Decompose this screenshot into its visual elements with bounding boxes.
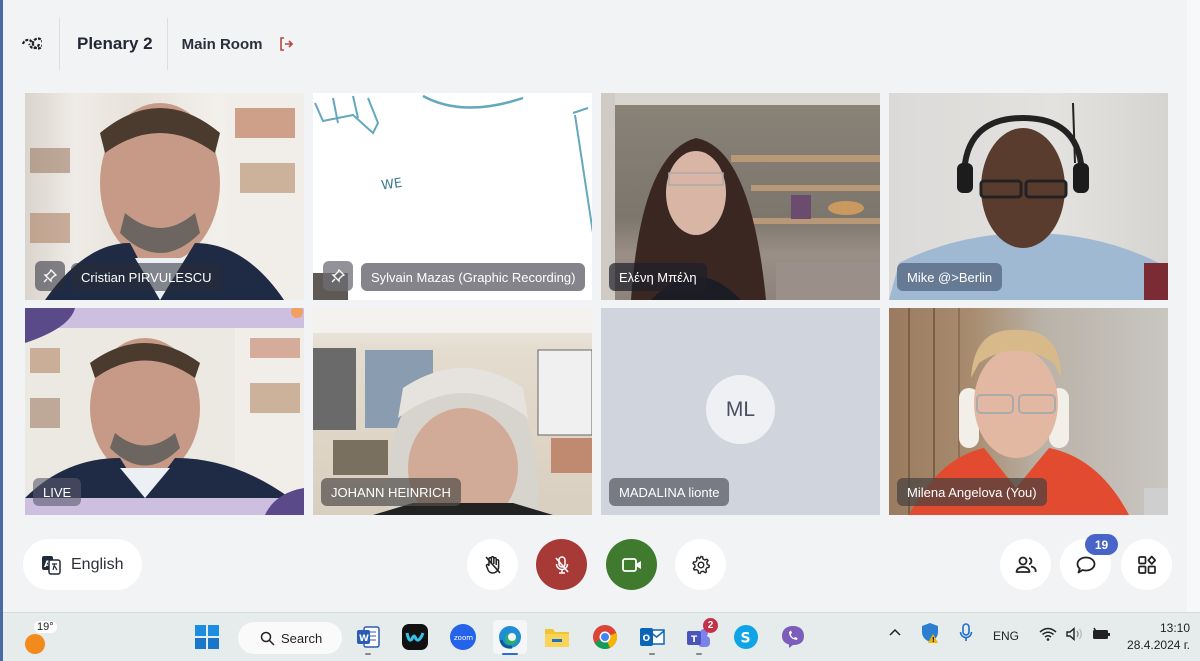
chrome-icon xyxy=(593,625,618,649)
taskbar-app-word[interactable]: W xyxy=(351,620,385,655)
folder-icon xyxy=(545,629,569,647)
taskbar-search[interactable]: Search xyxy=(238,622,342,654)
camera-on-icon xyxy=(621,557,641,572)
chat-unread-badge: 19 xyxy=(1085,534,1118,555)
taskbar-app-teams[interactable]: T 2 xyxy=(682,618,718,655)
pin-button[interactable] xyxy=(35,261,65,291)
language-label: English xyxy=(71,555,124,573)
video-tile[interactable]: Mike @>Berlin xyxy=(889,93,1168,300)
svg-text:W: W xyxy=(359,634,369,644)
volume-icon[interactable] xyxy=(1065,626,1085,645)
language-button[interactable]: A English xyxy=(23,539,142,590)
video-tile[interactable]: JOHANN HEINRICH xyxy=(313,308,592,515)
screen: Plenary 2 Main Room Cristian PIRVULESCU … xyxy=(0,0,1200,661)
room-name: Main Room xyxy=(181,35,263,53)
pin-icon xyxy=(43,269,57,283)
skype-icon: S xyxy=(734,625,758,649)
participant-name: MADALINA lionte xyxy=(609,478,730,506)
taskbar-app-chrome[interactable] xyxy=(588,620,622,654)
mic-muted-icon xyxy=(554,555,569,574)
leave-room-icon[interactable] xyxy=(278,36,294,52)
show-hidden-icons-icon[interactable] xyxy=(888,626,902,641)
taskbar-app-webex[interactable] xyxy=(398,620,432,654)
outlook-icon: O xyxy=(640,628,665,646)
microphone-icon[interactable] xyxy=(958,622,974,647)
apps-icon xyxy=(1137,555,1156,574)
header: Plenary 2 Main Room xyxy=(3,18,1187,70)
active-indicator xyxy=(502,653,518,655)
video-tile[interactable]: Milena Angelova (You) xyxy=(889,308,1168,515)
avatar-tile[interactable]: ML MADALINA lionte xyxy=(601,308,880,515)
pin-icon xyxy=(331,269,345,283)
video-grid: Cristian PIRVULESCU WE Sylvain Mazas (Gr… xyxy=(25,93,1168,515)
window-edge xyxy=(1187,0,1200,612)
running-indicator xyxy=(365,653,371,655)
gear-icon xyxy=(691,555,710,574)
search-label: Search xyxy=(281,630,323,646)
taskbar-app-viber[interactable] xyxy=(776,620,810,654)
weather-temp: 19° xyxy=(34,621,57,633)
video-tile[interactable]: WE Sylvain Mazas (Graphic Recording) xyxy=(313,93,592,300)
participant-name: Sylvain Mazas (Graphic Recording) xyxy=(361,263,586,291)
video-tile[interactable]: LIVE xyxy=(25,308,304,515)
battery-charging-icon[interactable] xyxy=(1091,627,1111,644)
video-tile[interactable]: Cristian PIRVULESCU xyxy=(25,93,304,300)
participants-button[interactable] xyxy=(1000,539,1051,590)
participant-name: Cristian PIRVULESCU xyxy=(71,263,222,291)
word-icon: W xyxy=(357,626,380,648)
svg-text:zoom: zoom xyxy=(454,634,473,642)
clock-time: 13:10 xyxy=(1159,621,1190,635)
svg-text:!: ! xyxy=(932,636,935,644)
participant-name: Milena Angelova (You) xyxy=(897,478,1047,506)
webex-icon xyxy=(402,624,428,650)
participant-name: LIVE xyxy=(33,478,82,506)
defender-warning-icon[interactable]: ! xyxy=(920,622,940,647)
page-title: Plenary 2 xyxy=(60,18,168,70)
camera-button[interactable] xyxy=(606,539,657,590)
wifi-icon[interactable] xyxy=(1038,626,1058,645)
raise-hand-off-icon xyxy=(484,555,501,574)
meeting-app: Plenary 2 Main Room Cristian PIRVULESCU … xyxy=(3,0,1187,612)
zoom-icon: zoom xyxy=(450,624,476,650)
taskbar-app-file-explorer[interactable] xyxy=(540,620,574,654)
clock[interactable]: 13:10 28.4.2024 г. xyxy=(1127,620,1190,654)
viber-icon xyxy=(782,626,804,648)
svg-text:O: O xyxy=(643,634,651,644)
windows-icon xyxy=(195,625,219,649)
participants-icon xyxy=(1015,556,1036,573)
weather-widget[interactable]: 19° xyxy=(23,621,57,655)
search-icon xyxy=(260,631,275,646)
start-button[interactable] xyxy=(190,620,224,654)
running-indicator xyxy=(649,653,655,655)
apps-button[interactable] xyxy=(1121,539,1172,590)
taskbar-app-zoom[interactable]: zoom xyxy=(446,620,480,654)
svg-text:T: T xyxy=(691,635,698,645)
avatar: ML xyxy=(706,375,775,444)
svg-text:S: S xyxy=(741,631,751,647)
settings-button[interactable] xyxy=(675,539,726,590)
participant-name: JOHANN HEINRICH xyxy=(321,478,461,506)
input-language[interactable]: ENG xyxy=(993,629,1019,643)
teams-badge: 2 xyxy=(703,618,718,633)
taskbar-app-edge[interactable] xyxy=(493,620,527,655)
participant-name: Mike @>Berlin xyxy=(897,263,1003,291)
translate-icon: A xyxy=(42,555,61,575)
drawing-text: WE xyxy=(380,176,403,194)
taskbar: 19° Search W zoom O T 2 S ! ENG 13:10 28… xyxy=(3,612,1200,661)
pin-button[interactable] xyxy=(323,261,353,291)
taskbar-app-skype[interactable]: S xyxy=(729,620,763,654)
chat-icon xyxy=(1076,556,1095,573)
mute-button[interactable] xyxy=(536,539,587,590)
video-tile[interactable]: Ελένη Μπέλη xyxy=(601,93,880,300)
participant-name: Ελένη Μπέλη xyxy=(609,263,707,291)
running-indicator xyxy=(696,653,702,655)
clock-date: 28.4.2024 г. xyxy=(1127,638,1190,652)
edge-icon xyxy=(499,626,521,649)
meeting-logo-icon[interactable] xyxy=(3,18,60,70)
taskbar-app-outlook[interactable]: O xyxy=(635,620,669,655)
raise-hand-button[interactable] xyxy=(467,539,518,590)
